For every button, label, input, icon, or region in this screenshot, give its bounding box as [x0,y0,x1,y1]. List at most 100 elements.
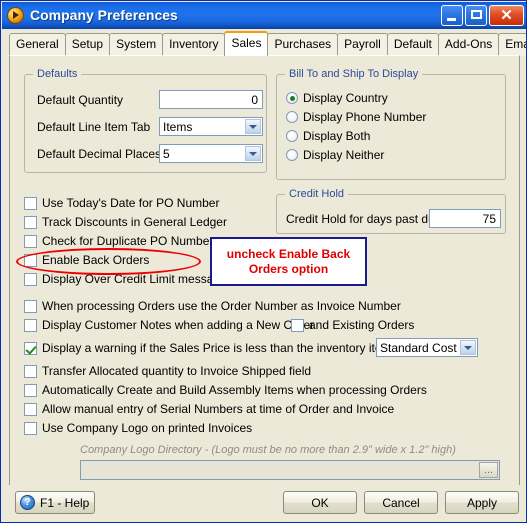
apply-button[interactable]: Apply [445,491,519,514]
title-bar: Company Preferences ✕ [2,2,526,29]
checkbox-icon[interactable] [24,318,37,332]
checkbox-order-number-as-invoice-number[interactable]: When processing Orders use the Order Num… [24,299,401,313]
default-quantity-value: 0 [251,92,258,107]
tab-payroll[interactable]: Payroll [337,33,388,56]
default-decimal-places-label: Default Decimal Places [37,147,162,161]
chevron-down-icon[interactable] [245,146,261,161]
credit-hold-legend: Credit Hold [285,188,349,200]
apply-button-label: Apply [466,495,498,510]
default-quantity-label: Default Quantity [37,93,124,107]
checkbox-and-existing-orders[interactable]: and Existing Orders [291,318,414,332]
checkbox-label: Use Company Logo on printed Invoices [42,421,253,435]
tab-general[interactable]: General [9,33,66,56]
checkbox-track-discounts-gl[interactable]: Track Discounts in General Ledger [24,215,227,229]
minimize-icon [447,18,456,21]
checkbox-display-customer-notes-new-order[interactable]: Display Customer Notes when adding a New… [24,318,314,332]
help-button[interactable]: ? F1 - Help [15,491,95,514]
checkbox-icon[interactable] [24,272,37,286]
checkbox-use-company-logo-invoices[interactable]: Use Company Logo on printed Invoices [24,421,252,435]
default-line-item-tab-label: Default Line Item Tab [37,120,151,134]
browse-button[interactable]: ... [479,462,498,478]
checkbox-icon[interactable] [24,234,37,248]
tab-setup[interactable]: Setup [64,33,111,56]
checkbox-icon[interactable] [24,421,37,435]
maximize-button[interactable] [465,5,487,26]
minimize-button[interactable] [441,5,463,26]
tab-sales[interactable]: Sales [224,31,269,56]
checkbox-display-over-credit-limit[interactable]: Display Over Credit Limit message [24,272,227,286]
checkbox-icon[interactable] [24,402,37,416]
checkbox-use-todays-date-po[interactable]: Use Today's Date for PO Number [24,196,219,210]
tab-strip: General Setup System Inventory Sales Pur… [2,29,526,56]
radio-display-neither[interactable]: Display Neither [286,148,384,162]
default-decimal-places-row: Default Decimal Places [37,147,161,161]
tab-purchases[interactable]: Purchases [267,33,339,56]
tab-email-setup[interactable]: Email Setup [498,33,526,56]
radio-label: Display Phone Number [303,110,427,124]
checkbox-icon[interactable] [24,364,37,378]
tab-default[interactable]: Default [386,33,439,56]
bill-ship-legend: Bill To and Ship To Display [285,68,423,80]
checkbox-label: Transfer Allocated quantity to Invoice S… [42,364,312,378]
question-mark-icon: ? [20,495,35,510]
tab-inventory[interactable]: Inventory [162,33,226,56]
checkbox-icon[interactable] [24,196,37,210]
close-icon: ✕ [500,7,513,24]
checkbox-icon[interactable] [291,318,304,332]
annotation-text: uncheck Enable Back Orders option [226,246,351,276]
checkbox-label: Display a warning if the Sales Price is … [42,341,398,355]
bill-ship-display-group: Bill To and Ship To Display [276,68,506,180]
credit-hold-days-row: Credit Hold for days past due [286,212,441,226]
ok-button[interactable]: OK [283,491,357,514]
checkbox-icon[interactable] [24,215,37,229]
cost-basis-value: Standard Cost [380,340,457,355]
default-quantity-input[interactable]: 0 [159,90,263,109]
radio-icon[interactable] [286,130,298,142]
credit-hold-days-value: 75 [482,211,496,226]
app-icon [7,6,24,24]
ok-button-label: OK [311,495,329,510]
default-line-item-tab-select[interactable]: Items [159,117,263,136]
checkbox-icon[interactable] [24,383,37,397]
checkbox-auto-create-build-assembly[interactable]: Automatically Create and Build Assembly … [24,383,427,397]
checkbox-icon[interactable] [24,299,37,313]
annotation-box: uncheck Enable Back Orders option [210,237,367,286]
maximize-icon [471,10,482,19]
radio-label: Display Neither [303,148,385,162]
checkbox-label: Enable Back Orders [42,253,150,267]
radio-display-country[interactable]: Display Country [286,91,388,105]
radio-icon-selected[interactable] [286,92,298,104]
default-quantity-row: Default Quantity [37,93,123,107]
radio-label: Display Both [303,129,371,143]
tab-addons[interactable]: Add-Ons [437,33,500,56]
checkbox-icon-checked[interactable] [24,341,37,355]
checkbox-label: Use Today's Date for PO Number [42,196,220,210]
company-logo-directory-input[interactable]: ... [80,460,500,480]
chevron-down-icon[interactable] [460,340,476,355]
help-button-label: F1 - Help [40,495,90,510]
window-title: Company Preferences [30,7,178,23]
radio-icon[interactable] [286,149,298,161]
default-decimal-places-select[interactable]: 5 [159,144,263,163]
cost-basis-select[interactable]: Standard Cost [376,338,478,357]
checkbox-check-duplicate-po[interactable]: Check for Duplicate PO Number [24,234,213,248]
radio-display-both[interactable]: Display Both [286,129,370,143]
default-decimal-places-value: 5 [163,146,170,161]
chevron-down-icon[interactable] [245,119,261,134]
credit-hold-days-input[interactable]: 75 [429,209,501,228]
checkbox-display-sales-price-warning[interactable]: Display a warning if the Sales Price is … [24,341,398,355]
checkbox-label: Display Customer Notes when adding a New… [42,318,315,332]
defaults-legend: Defaults [33,68,82,80]
checkbox-allow-manual-serial-numbers[interactable]: Allow manual entry of Serial Numbers at … [24,402,394,416]
cancel-button[interactable]: Cancel [364,491,438,514]
checkbox-transfer-allocated-quantity[interactable]: Transfer Allocated quantity to Invoice S… [24,364,311,378]
radio-icon[interactable] [286,111,298,123]
close-button[interactable]: ✕ [489,5,524,26]
checkbox-label: When processing Orders use the Order Num… [42,299,401,313]
radio-display-phone-number[interactable]: Display Phone Number [286,110,426,124]
tab-system[interactable]: System [109,33,164,56]
checkbox-icon[interactable] [24,253,37,267]
checkbox-enable-back-orders[interactable]: Enable Back Orders [24,253,149,267]
company-preferences-window: Company Preferences ✕ General Setup Syst… [0,0,527,523]
default-line-item-tab-row: Default Line Item Tab [37,120,150,134]
